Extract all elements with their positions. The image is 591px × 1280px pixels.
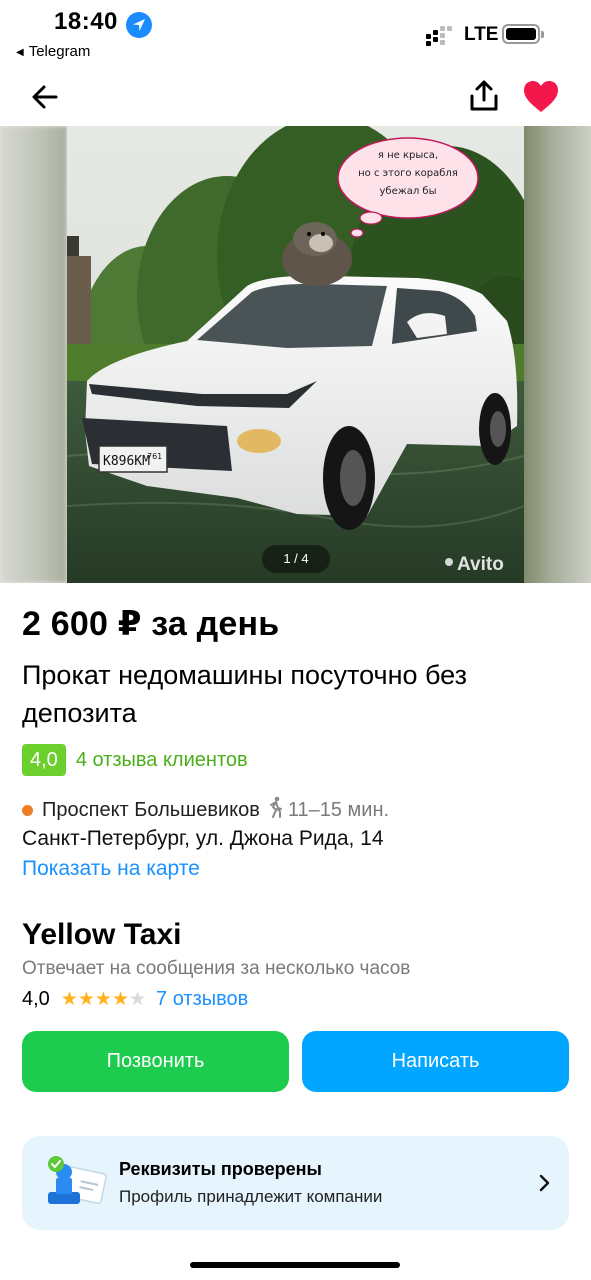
previous-photo-preview — [0, 126, 67, 583]
metro-station-name: Проспект Большевиков — [42, 798, 260, 821]
write-button[interactable]: Написать — [302, 1031, 569, 1092]
rating-badge: 4,0 — [22, 744, 66, 776]
battery-icon — [502, 24, 544, 44]
heart-icon[interactable] — [522, 79, 560, 115]
walking-person-icon — [268, 796, 284, 824]
license-plate-region: 761 — [147, 452, 162, 461]
home-indicator[interactable] — [190, 1262, 400, 1268]
star-icon: ★ — [94, 988, 112, 1010]
photo-pager: 1 / 4 — [262, 545, 330, 573]
star-icon: ★ — [60, 988, 78, 1010]
share-icon[interactable] — [466, 78, 502, 114]
metro-walk-time: 11–15 мин. — [287, 798, 390, 821]
photo-gallery[interactable]: К896КМ 761 я не крыса, но с этого корабл… — [0, 126, 591, 583]
thought-line-1: я не крыса, — [378, 150, 438, 161]
arrow-left-icon[interactable] — [28, 80, 62, 114]
location-arrow-icon — [126, 12, 152, 38]
star-icon: ★ — [111, 988, 129, 1010]
seller-reviews-link[interactable]: 7 отзывов — [156, 988, 248, 1011]
listing-address: Санкт-Петербург, ул. Джона Рида, 14 — [22, 827, 384, 850]
seller-stars: ★ ★ ★ ★ ★ — [60, 988, 147, 1010]
network-type: LTE — [464, 24, 499, 45]
verification-card[interactable]: Реквизиты проверены Профиль принадлежит … — [22, 1136, 569, 1230]
signal-icon — [426, 26, 456, 46]
call-button[interactable]: Позвонить — [22, 1031, 289, 1092]
status-time: 18:40 — [54, 8, 118, 35]
back-triangle-icon: ◀ — [16, 47, 24, 58]
thought-line-2: но с этого корабля — [358, 168, 458, 179]
listing-rating-row[interactable]: 4,0 4 отзыва клиентов — [22, 744, 248, 776]
metro-line-dot-icon — [22, 804, 33, 816]
seller-response-time: Отвечает на сообщения за несколько часов — [22, 958, 411, 979]
verified-stamp-icon — [42, 1154, 118, 1218]
license-plate-text: К896КМ — [103, 454, 150, 469]
listing-price: 2 600 ₽ за день — [22, 605, 280, 643]
avito-watermark: Avito — [457, 554, 504, 575]
star-icon: ★ — [77, 988, 95, 1010]
car-photo[interactable]: К896КМ 761 я не крыса, но с этого корабл… — [67, 126, 524, 583]
listing-title: Прокат недомашины посуточно без депозита — [22, 660, 467, 728]
back-to-app-link[interactable]: ◀ Telegram — [16, 43, 90, 60]
metro-station: Проспект Большевиков 11–15 мин. — [22, 796, 389, 824]
verification-subtitle: Профиль принадлежит компании — [119, 1187, 383, 1206]
thought-line-3: убежал бы — [379, 186, 436, 197]
status-bar: 18:40 ◀ Telegram LTE — [0, 0, 591, 70]
show-on-map-link[interactable]: Показать на карте — [22, 857, 200, 881]
reviews-link[interactable]: 4 отзыва клиентов — [76, 749, 248, 772]
seller-rating[interactable]: 4,0 ★ ★ ★ ★ ★ 7 отзывов — [22, 988, 248, 1011]
seller-name[interactable]: Yellow Taxi — [22, 918, 182, 952]
star-empty-icon: ★ — [129, 988, 147, 1010]
top-navigation — [0, 70, 591, 126]
next-photo-preview — [524, 126, 591, 583]
seller-rating-value: 4,0 — [22, 988, 50, 1010]
verification-title: Реквизиты проверены — [119, 1159, 322, 1179]
chevron-right-icon — [539, 1172, 551, 1194]
